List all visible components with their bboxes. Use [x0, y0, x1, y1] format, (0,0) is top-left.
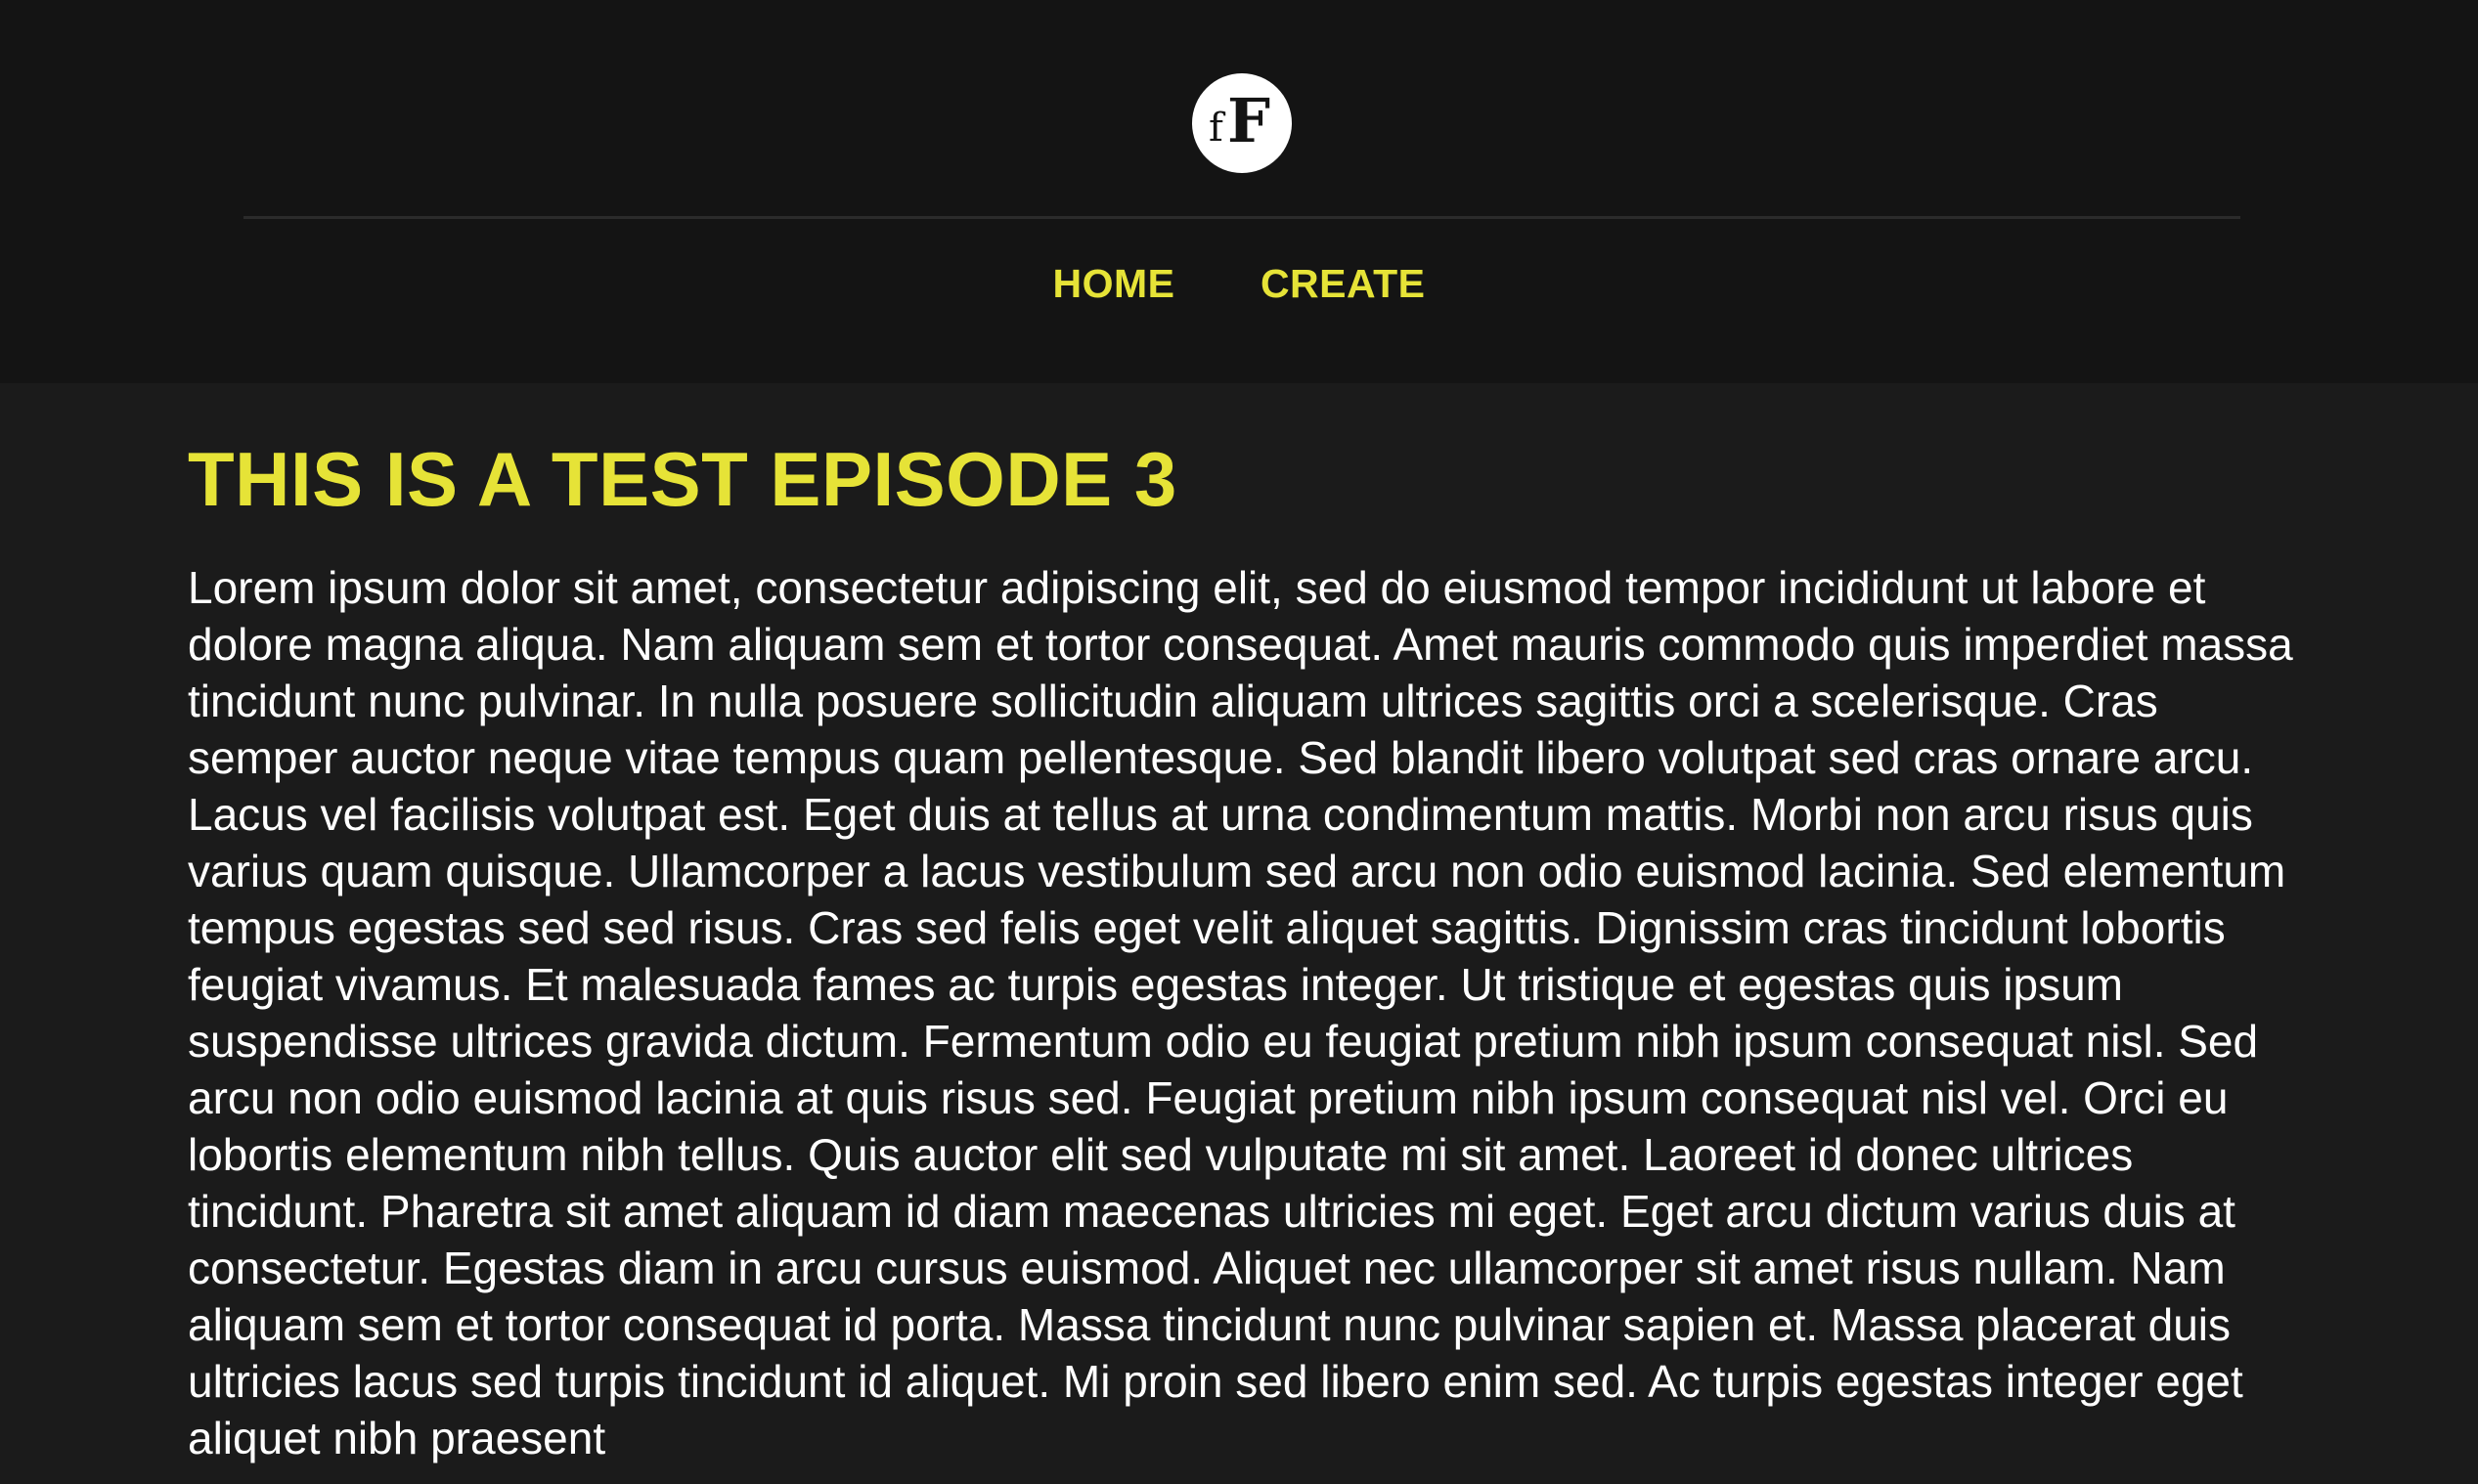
site-header: f F HOME CREATE: [0, 0, 2478, 383]
logo-big-letter: F: [1227, 85, 1271, 156]
episode-content: THIS IS A TEST EPISODE 3 Lorem ipsum dol…: [188, 430, 2300, 1466]
episode-body: Lorem ipsum dolor sit amet, consectetur …: [188, 562, 2293, 1463]
logo-small-letter: f: [1209, 106, 1223, 151]
episode-title: THIS IS A TEST EPISODE 3: [188, 436, 1177, 522]
main-nav: HOME CREATE: [0, 256, 2478, 311]
header-divider: [243, 216, 2240, 219]
logo-icon[interactable]: f F: [1192, 73, 1292, 173]
nav-home-link[interactable]: HOME: [1053, 261, 1175, 306]
nav-create-link[interactable]: CREATE: [1261, 261, 1426, 306]
